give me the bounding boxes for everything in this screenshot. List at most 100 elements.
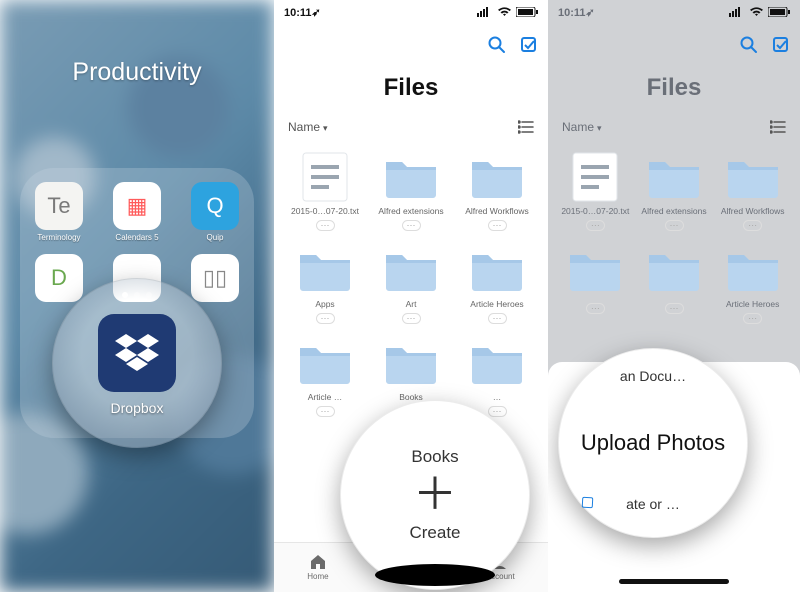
folder-icon [297,340,353,386]
sheet-hint-create: ate or … [626,496,680,512]
app-label: Calendars 5 [115,233,158,242]
plus-icon[interactable]: ＋ [413,473,457,517]
file-name: Alfred extensions [635,206,714,216]
more-icon[interactable]: ⋯ [586,303,605,314]
list-view-icon[interactable] [518,120,534,134]
file-item[interactable]: Alfred Workflows ⋯ [713,148,792,231]
spotlight-upload: an Docu… Upload Photos ate or … [558,348,748,538]
file-name: Article … [285,392,365,402]
file-name: … [457,392,537,402]
dropbox-app-label: Dropbox [111,400,164,416]
upload-photos-label[interactable]: Upload Photos [581,430,725,456]
app-terminology[interactable]: Te Terminology [35,182,83,242]
spotlight-folder-name: Books [411,447,458,467]
signal-icon [729,7,745,17]
file-item[interactable]: Apps ⋯ [285,241,365,324]
folder-icon [383,340,439,386]
home-indicator[interactable] [619,579,729,584]
more-icon[interactable]: ⋯ [488,406,507,417]
file-item[interactable]: Alfred Workflows ⋯ [457,148,537,231]
folder-icon [469,247,525,293]
folder-page-dots[interactable] [52,292,222,298]
chevron-down-icon: ▾ [323,123,328,133]
file-name: Article Heroes [457,299,537,309]
folder-title: Productivity [0,58,274,87]
folder-icon [469,340,525,386]
wifi-icon [749,7,764,17]
status-bar: 10:11➶ [548,0,800,20]
battery-icon [768,7,790,17]
file-item[interactable]: Article … ⋯ [285,334,365,417]
more-icon[interactable]: ⋯ [665,220,684,231]
file-item[interactable]: Article Heroes ⋯ [457,241,537,324]
app-calendars-5[interactable]: ▦ Calendars 5 [113,182,161,242]
select-icon[interactable] [520,36,538,54]
folder-icon [646,154,702,200]
folder-icon [383,154,439,200]
folder-icon [297,247,353,293]
sort-button[interactable]: Name▾ [562,120,602,134]
status-time: 10:11➶ [284,6,321,19]
app-quip[interactable]: Q Quip [191,182,239,242]
search-icon[interactable] [740,36,758,54]
select-icon[interactable] [772,36,790,54]
create-label: Create [409,523,460,543]
dropbox-app-icon[interactable] [98,314,176,392]
more-icon[interactable]: ⋯ [665,303,684,314]
folder-icon [383,247,439,293]
status-bar: 10:11➶ [274,0,548,20]
list-view-icon[interactable] [770,120,786,134]
more-icon[interactable]: ⋯ [316,406,335,417]
folder-icon [469,154,525,200]
page-title: Files [274,74,548,102]
more-icon[interactable]: ⋯ [402,220,421,231]
folder-icon [725,247,781,293]
more-icon[interactable]: ⋯ [743,220,762,231]
app-icon: Q [191,182,239,230]
more-icon[interactable]: ⋯ [316,313,335,324]
app-label: Quip [207,233,224,242]
battery-icon [516,7,538,17]
folder-icon [725,154,781,200]
file-item[interactable]: 2015-0…07-20.txt ⋯ [556,148,635,231]
dropbox-glyph-icon [115,334,159,372]
file-item[interactable]: Article Heroes ⋯ [713,241,792,324]
document-icon [569,151,621,203]
file-name: Article Heroes [713,299,792,309]
spotlight-dropbox: Dropbox [52,278,222,448]
file-name: 2015-0…07-20.txt [285,206,365,216]
file-item[interactable]: …⋯ [457,334,537,417]
sort-button[interactable]: Name▾ [288,120,328,134]
more-icon[interactable]: ⋯ [316,220,335,231]
file-name: Alfred Workflows [713,206,792,216]
more-icon[interactable]: ⋯ [488,313,507,324]
sheet-hint-scan: an Docu… [620,368,686,384]
more-icon[interactable]: ⋯ [488,220,507,231]
search-icon[interactable] [488,36,506,54]
home-indicator-arc [375,564,495,586]
page-title: Files [548,74,800,102]
file-item[interactable]: Alfred extensions ⋯ [371,148,451,231]
file-name: Alfred Workflows [457,206,537,216]
app-icon: Te [35,182,83,230]
home-icon [309,554,327,570]
app-icon: ▦ [113,182,161,230]
file-name: Apps [285,299,365,309]
file-item[interactable]: ⋯ [635,241,714,324]
file-item[interactable]: 2015-0…07-20.txt ⋯ [285,148,365,231]
more-icon[interactable]: ⋯ [402,313,421,324]
signal-icon [477,7,493,17]
file-name: Art [371,299,451,309]
more-icon[interactable]: ⋯ [586,220,605,231]
more-icon[interactable]: ⋯ [743,313,762,324]
file-item[interactable]: Alfred extensions ⋯ [635,148,714,231]
file-item[interactable]: Art ⋯ [371,241,451,324]
file-name: 2015-0…07-20.txt [556,206,635,216]
file-name: Alfred extensions [371,206,451,216]
folder-icon [646,247,702,293]
tab-home[interactable]: Home [307,554,328,581]
file-item[interactable]: ⋯ [556,241,635,324]
status-time: 10:11➶ [558,6,595,19]
panel-upload-sheet: 10:11➶ Files Name▾ 2015-0…07-20.txt⋯Alfr… [548,0,800,592]
app-label: Terminology [37,233,80,242]
